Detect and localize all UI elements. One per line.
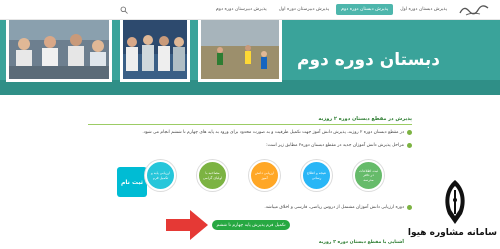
site-logo[interactable] bbox=[456, 2, 492, 18]
bullet-icon bbox=[407, 143, 412, 148]
bullet-icon bbox=[407, 130, 412, 135]
register-box[interactable]: ثبت نام bbox=[117, 167, 147, 197]
nav-item-primary-2[interactable]: پذیرش دبستان دوره دوم bbox=[336, 4, 394, 15]
hero-stripe bbox=[0, 80, 500, 95]
hero-title: دبستان دوره دوم bbox=[297, 50, 440, 70]
about-section-title: آشنایی با مقطع دبستان دوره ۲ روزبه bbox=[318, 240, 404, 245]
search-icon[interactable] bbox=[120, 6, 128, 14]
step-circle: مصاحبه با اولیای گرامی bbox=[197, 160, 228, 191]
step-label: نتیجه و اطلاع رسانی bbox=[306, 171, 327, 180]
nav-item-primary-1[interactable]: پذیرش دبستان دوره اول bbox=[395, 4, 452, 15]
arrow-right-icon bbox=[166, 210, 208, 240]
pen-nib-icon bbox=[445, 180, 465, 224]
hero-photo-frame bbox=[198, 20, 282, 82]
admission-steps: ارزیابی پایه و تکمیل فرم مصاحبه با اولیا… bbox=[145, 160, 395, 196]
step-circle: ثبت اطلاعات در دفتر مدرسه bbox=[353, 160, 384, 191]
top-nav: پذیرش دبستان دوره اول پذیرش دبستان دوره … bbox=[0, 0, 500, 20]
nav-item-secondary-2[interactable]: پذیرش دبیرستان دوره دوم bbox=[211, 4, 272, 15]
intro-paragraph: در مقطع دبستان دوره ۲ روزبه، پذیرش دانش … bbox=[142, 130, 404, 135]
assessment-paragraph: دوره ارزیابی دانش آموزان مشتمل از دروس ر… bbox=[264, 205, 404, 210]
step-label: مصاحبه با اولیای گرامی bbox=[202, 171, 223, 180]
hero-banner: دبستان دوره دوم bbox=[0, 20, 500, 95]
section-title: پذیرش در مقطع دبستان دوره ۲ روزبه bbox=[318, 116, 412, 122]
step-label: ثبت اطلاعات در دفتر مدرسه bbox=[359, 168, 378, 182]
step-label: ارزیابی پایه و تکمیل فرم bbox=[150, 171, 171, 180]
step-circle: ارزیابی پایه و تکمیل فرم bbox=[145, 160, 176, 191]
step-label: ارزیابی دانش آموز bbox=[254, 171, 275, 180]
nav-menu: پذیرش دبستان دوره اول پذیرش دبستان دوره … bbox=[211, 4, 452, 15]
steps-intro: مراحل پذیرش دانش آموزان جدید در مقطع دبس… bbox=[266, 143, 404, 148]
admission-form-button[interactable]: تکمیل فرم پذیرش پایه چهارم تا ششم bbox=[212, 220, 290, 230]
step-circle: ارزیابی دانش آموز bbox=[249, 160, 280, 191]
nav-item-secondary-1[interactable]: پذیرش دبیرستان دوره اول bbox=[274, 4, 334, 15]
badge-label: سامانه مشاوره هیوا bbox=[407, 228, 497, 238]
hero-photo-frame bbox=[6, 20, 112, 82]
hero-photo-frame bbox=[120, 20, 190, 82]
step-circle: نتیجه و اطلاع رسانی bbox=[301, 160, 332, 191]
section-divider bbox=[88, 124, 412, 125]
site-badge: سامانه مشاوره هیوا bbox=[407, 180, 497, 246]
